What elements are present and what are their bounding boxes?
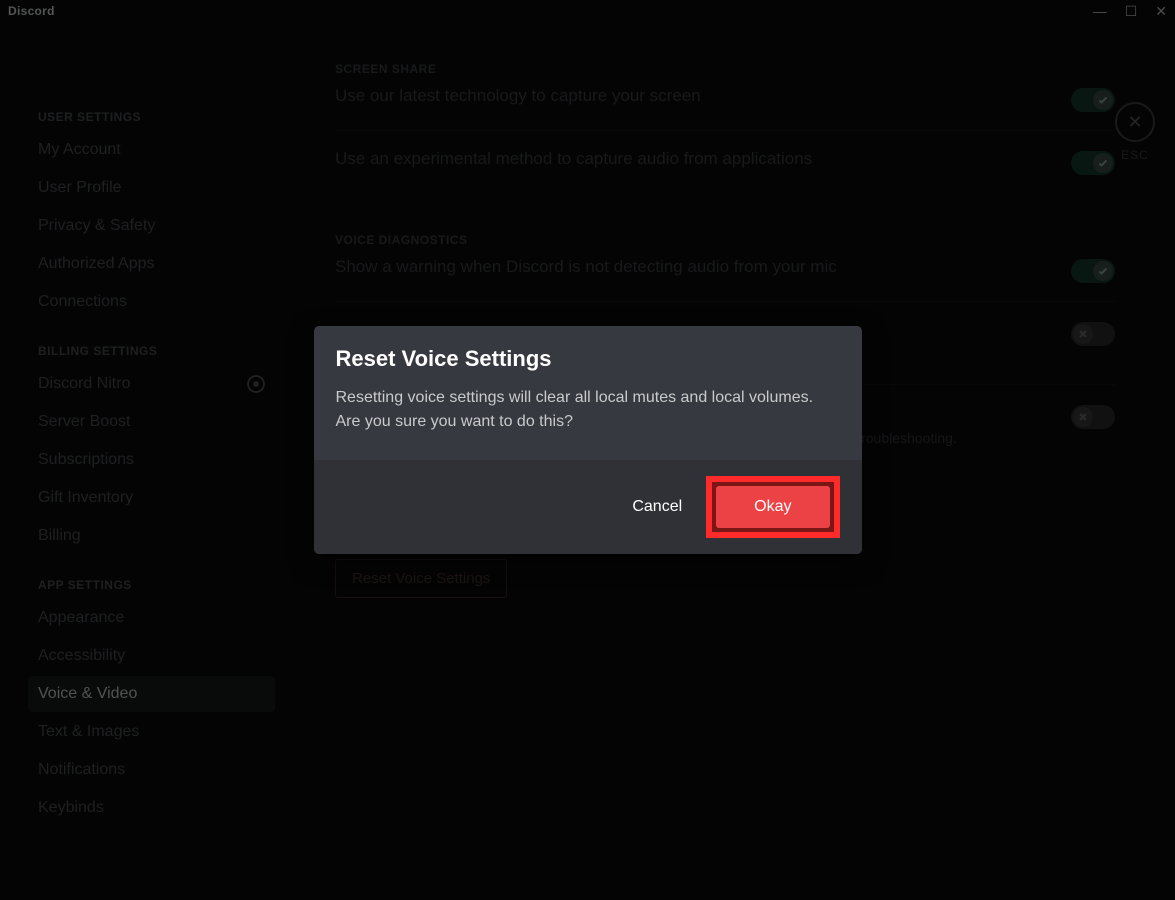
modal-footer: Cancel Okay: [314, 460, 862, 554]
modal-title: Reset Voice Settings: [336, 346, 840, 372]
reset-voice-modal: Reset Voice Settings Resetting voice set…: [314, 326, 862, 554]
modal-overlay: Reset Voice Settings Resetting voice set…: [0, 0, 1175, 900]
okay-highlight: Okay: [706, 476, 839, 538]
okay-button[interactable]: Okay: [716, 486, 829, 528]
modal-text: Resetting voice settings will clear all …: [336, 386, 840, 434]
cancel-button[interactable]: Cancel: [632, 498, 682, 516]
